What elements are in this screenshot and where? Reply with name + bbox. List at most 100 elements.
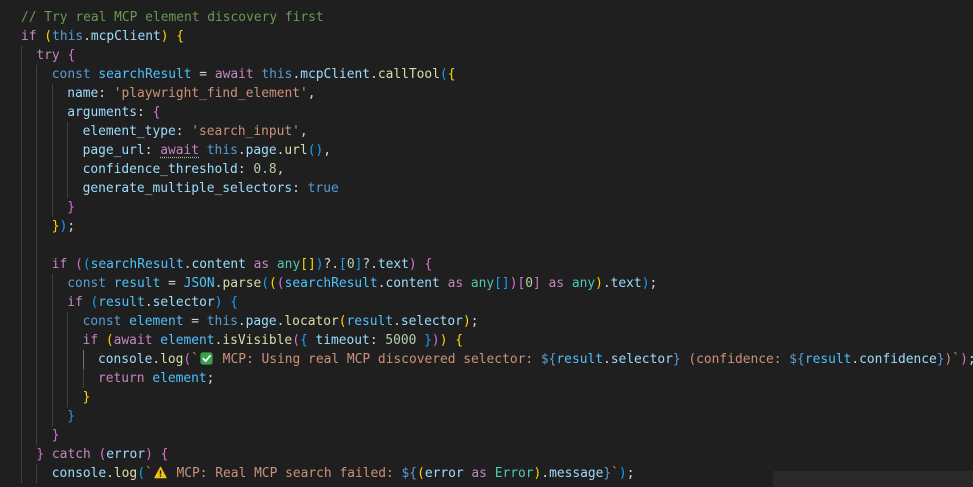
code-token: . (106, 465, 114, 481)
code-token: } (67, 199, 75, 215)
code-line-content: const element = this.page.locator(result… (83, 312, 479, 331)
indent-guide (21, 292, 22, 312)
indent-guide (36, 178, 38, 198)
code-token: ; (470, 313, 479, 329)
code-token: log (160, 351, 184, 367)
indent-guide (21, 406, 22, 426)
indent-guide (36, 254, 38, 274)
code-token: , (323, 142, 332, 158)
code-line-content: } (83, 388, 91, 407)
code-token: ( (338, 313, 347, 329)
code-token: ( (261, 275, 270, 291)
code-line-content: const searchResult = await this.mcpClien… (52, 65, 456, 84)
code-token: ( (276, 275, 285, 291)
code-token: . (602, 275, 611, 291)
code-token: text (377, 256, 409, 272)
indent-guide (36, 121, 38, 141)
code-token: (confidence: (680, 351, 790, 367)
indent-guide (21, 444, 22, 464)
indent-guide (21, 121, 22, 141)
code-token: ( (105, 332, 114, 348)
code-token: timeout (315, 332, 370, 348)
code-token: const (82, 313, 122, 329)
code-token: this (52, 28, 84, 44)
indent-guide (51, 140, 53, 160)
indent-guide (21, 197, 22, 217)
code-token: ?. (362, 256, 378, 272)
code-token: . (237, 142, 246, 158)
code-token: ; (649, 275, 658, 291)
code-token: error (424, 465, 464, 481)
code-token: searchResult (90, 256, 184, 272)
code-token: error (106, 446, 146, 462)
code-token: } (51, 427, 60, 443)
code-token: )` (944, 351, 961, 367)
code-token: , (307, 85, 316, 101)
code-token: () (307, 142, 324, 158)
code-token: return (98, 370, 145, 386)
code-token: : (292, 180, 308, 196)
code-token: element (152, 370, 207, 386)
code-line-content: arguments: { (67, 103, 160, 122)
code-token: ( (75, 256, 83, 272)
code-token: ( (183, 351, 192, 367)
indent-guide (67, 330, 69, 350)
code-token: as (447, 275, 464, 291)
warning-emoji-icon (153, 466, 167, 478)
code-token: = (191, 66, 215, 82)
indent-guide (36, 463, 38, 483)
code-line-content: console.log(` MCP: Using real MCP discov… (98, 350, 973, 369)
code-token: } (424, 332, 432, 348)
code-token: [] (494, 275, 510, 291)
code-line-content: if (await element.isVisible({ timeout: 5… (83, 331, 463, 350)
indent-guide (51, 330, 53, 350)
check-mark-emoji-icon (200, 351, 213, 365)
code-token: ) (960, 351, 968, 367)
code-token: ) (595, 275, 603, 291)
code-token: console (51, 465, 107, 481)
indent-guide (51, 311, 53, 331)
code-token: . (393, 313, 401, 329)
code-token: content (191, 256, 246, 272)
code-token: this (261, 66, 293, 82)
code-token: parse (222, 275, 262, 291)
indent-guide (67, 311, 69, 331)
indent-guide (51, 368, 53, 388)
code-token: message (549, 465, 604, 481)
indent-guide (36, 102, 38, 122)
indent-guide (67, 159, 69, 179)
code-token: . (183, 256, 192, 272)
code-token: ( (137, 465, 145, 481)
code-token: = (160, 275, 184, 291)
code-token: content (385, 275, 440, 291)
code-token: ( (417, 465, 425, 481)
indent-guide (67, 178, 69, 198)
horizontal-scrollbar-area[interactable] (773, 471, 973, 487)
indent-guide (82, 368, 84, 388)
indent-guide (21, 178, 22, 198)
indent-guide (67, 387, 69, 407)
code-token: if (21, 28, 37, 44)
code-token: text (610, 275, 642, 291)
indent-guide (36, 273, 38, 293)
indent-guide (36, 349, 38, 369)
code-token: arguments (67, 104, 138, 120)
code-line-content: } (67, 198, 75, 217)
indent-guide (21, 216, 22, 236)
code-editor[interactable]: // Try real MCP element discovery first i… (0, 0, 973, 487)
code-token: { (67, 47, 76, 63)
indent-guide (51, 406, 53, 426)
code-token: ( (82, 256, 91, 272)
code-line-content: return element; (98, 369, 214, 388)
indent-guide (51, 121, 53, 141)
code-token: . (603, 351, 611, 367)
code-token: await (214, 66, 254, 82)
code-token: ; (626, 465, 635, 481)
